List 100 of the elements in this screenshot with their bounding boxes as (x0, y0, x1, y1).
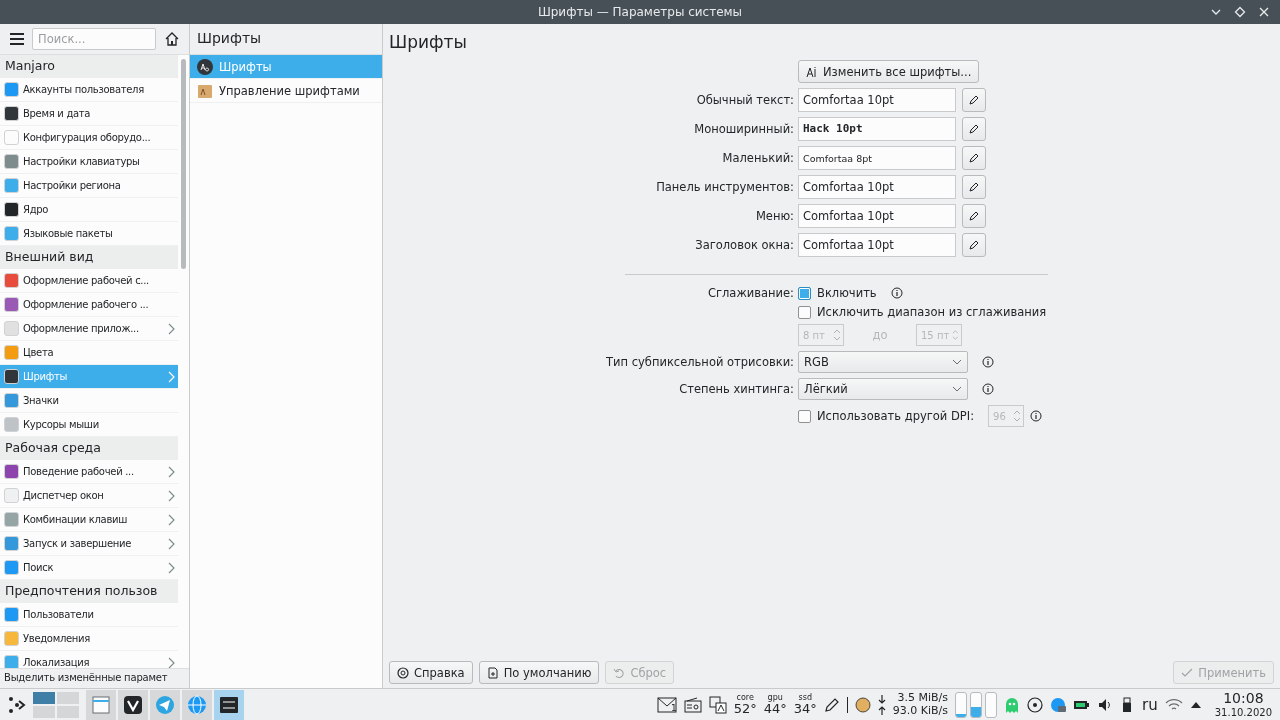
unread-count: 1 (670, 702, 677, 713)
edit-font-button[interactable] (962, 175, 986, 199)
sidebar-item[interactable]: Настройки региона (0, 174, 178, 198)
category-icon (4, 631, 19, 646)
checkbox[interactable] (798, 286, 811, 300)
usage-meter (970, 691, 983, 718)
sidebar-item[interactable]: Уведомления (0, 627, 178, 651)
edit-font-button[interactable] (962, 146, 986, 170)
category-icon (4, 106, 19, 121)
field-label: Сглаживание: (706, 286, 794, 300)
sensor-label: ssd (798, 694, 812, 702)
desktop-pager[interactable] (33, 691, 79, 718)
edit-font-button[interactable] (962, 117, 986, 141)
edit-font-button[interactable] (962, 88, 986, 112)
sensor-label: core (736, 694, 754, 702)
range-separator: до (871, 328, 889, 342)
sidebar-item[interactable]: Поведение рабочей ... (0, 460, 178, 484)
category-icon (4, 273, 19, 288)
close-icon[interactable] (1258, 6, 1270, 18)
transfer-arrows-icon (877, 694, 886, 715)
document-icon (486, 666, 499, 679)
chevron-down-icon (952, 386, 962, 392)
category-icon (4, 202, 19, 217)
sidebar-item[interactable]: Оформление прилож... (0, 317, 178, 341)
upload-rate: 93.0 KiB/s (892, 704, 949, 717)
field-label: Заголовок окна: (694, 238, 794, 252)
category-icon (4, 321, 19, 336)
category-icon (4, 369, 19, 384)
help-button[interactable]: Справка (389, 661, 473, 684)
clock-date[interactable]: 31.10.2020 (1214, 706, 1272, 718)
sidebar-item[interactable]: Время и дата (0, 102, 178, 126)
chevron-down-icon (952, 359, 962, 365)
sidebar-item[interactable]: Оформление рабочего ... (0, 293, 178, 317)
radio-icon[interactable] (683, 696, 702, 713)
menu-icon[interactable] (10, 33, 24, 45)
sidebar-item[interactable]: Настройки клавиатуры (0, 150, 178, 174)
envelope-icon[interactable] (656, 696, 677, 713)
edit-font-button[interactable] (962, 204, 986, 228)
category-icon (4, 297, 19, 312)
ball-icon[interactable] (1050, 696, 1067, 713)
field-label: Меню: (754, 209, 794, 223)
sidebar-item[interactable]: Диспетчер окон (0, 484, 178, 508)
change-all-fonts-button[interactable]: Изменить все шрифты... (798, 60, 980, 83)
launcher-icon[interactable] (8, 695, 26, 714)
scrollbar-thumb[interactable] (181, 59, 186, 269)
taskbar-app[interactable] (214, 689, 244, 720)
clock-time[interactable]: 10:08 (1223, 691, 1264, 707)
dropdown[interactable]: RGB (798, 351, 968, 373)
info-icon[interactable] (890, 287, 903, 299)
sidebar-item[interactable]: Значки (0, 389, 178, 413)
usage-meter (955, 691, 968, 718)
sidebar-item[interactable]: Оформление рабочей с... (0, 269, 178, 293)
field-label: Степень хинтинга: (678, 382, 794, 396)
window-icon (91, 694, 111, 715)
field-label: Моноширинный: (693, 122, 794, 136)
pencil-icon (969, 95, 979, 105)
sidebar-item[interactable]: Пользователи (0, 603, 178, 627)
field-label: Обычный текст: (695, 93, 794, 107)
sensor-value: 52° (733, 702, 757, 715)
pencil-icon[interactable] (823, 696, 840, 713)
v-logo-icon (123, 694, 143, 715)
checkbox[interactable] (798, 305, 811, 319)
globe-icon (187, 694, 207, 715)
category-icon (4, 655, 19, 668)
pencil-icon (969, 124, 979, 134)
sidebar-item[interactable]: Запуск и завершение (0, 532, 178, 556)
expand-tray-icon[interactable] (1189, 700, 1202, 709)
font-field: Comfortaa 10pt (798, 175, 956, 199)
keyboard-layout[interactable]: ru (1142, 695, 1158, 714)
defaults-button[interactable]: По умолчанию (478, 661, 600, 684)
spin-arrows-icon (1013, 409, 1022, 423)
circle-icon[interactable] (854, 696, 871, 713)
home-icon[interactable] (164, 31, 180, 47)
sidebar-item[interactable]: Ядро (0, 198, 178, 222)
field-label: Тип субпиксельной отрисовки: (605, 355, 794, 369)
category-icon (4, 178, 19, 193)
disc-icon[interactable] (1027, 696, 1044, 713)
field-label: Маленький: (721, 151, 794, 165)
translate-icon[interactable] (708, 695, 727, 714)
taskbar-app[interactable] (118, 689, 148, 720)
info-icon[interactable] (982, 356, 994, 368)
sidebar-item[interactable]: Конфигурация оборудо... (0, 126, 178, 150)
sidebar-item[interactable]: Комбинации клавиш (0, 508, 178, 532)
download-rate: 3.5 MiB/s (897, 692, 949, 705)
category-icon (4, 154, 19, 169)
highlight-changed-button[interactable]: Выделить изменённые парамет (0, 668, 189, 688)
edit-font-button[interactable] (962, 233, 986, 257)
font-field: Comfortaa 10pt (798, 88, 956, 112)
subpanel-item[interactable]: Управление шрифтами (190, 79, 382, 103)
font-icon (197, 58, 213, 75)
font-field: Comfortaa 10pt (798, 204, 956, 228)
font-icon (197, 82, 213, 99)
info-icon[interactable] (982, 383, 994, 395)
dropdown[interactable]: Лёгкий (798, 378, 968, 400)
sidebar-item[interactable]: Аккаунты пользователя (0, 78, 178, 102)
search-field[interactable]: Поиск... (32, 28, 156, 50)
category-icon (4, 345, 19, 360)
info-icon[interactable] (1030, 410, 1043, 422)
wifi-icon[interactable] (1164, 697, 1183, 712)
maximize-icon[interactable] (1234, 6, 1246, 18)
